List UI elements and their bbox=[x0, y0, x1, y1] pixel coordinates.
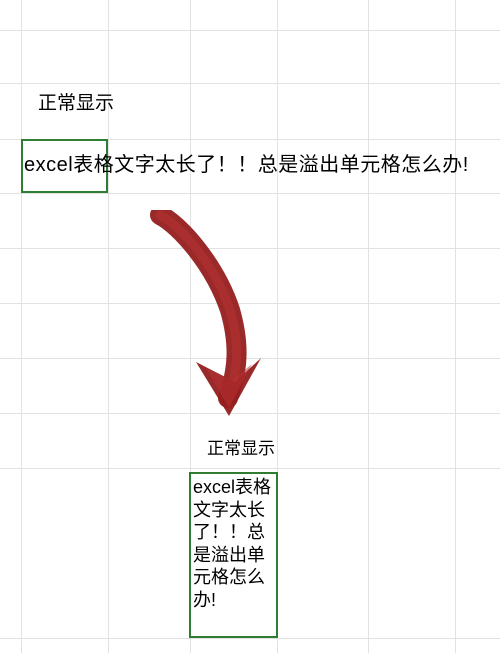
overflowing-cell-text[interactable]: excel表格文字太长了！！总是溢出单元格怎么办! bbox=[24, 148, 469, 177]
normal-display-label-top: 正常显示 bbox=[38, 88, 114, 115]
wrapped-cell-text[interactable]: excel表格文字太长了！！总是溢出单元格怎么办! bbox=[193, 476, 275, 611]
gridline-vertical bbox=[455, 0, 456, 653]
gridline-horizontal bbox=[0, 193, 500, 194]
gridline-horizontal bbox=[0, 638, 500, 639]
gridline-horizontal bbox=[0, 83, 500, 84]
gridline-vertical bbox=[368, 0, 369, 653]
gridline-horizontal bbox=[0, 248, 500, 249]
gridline-horizontal bbox=[0, 358, 500, 359]
gridline-horizontal bbox=[0, 468, 500, 469]
gridline-horizontal bbox=[0, 413, 500, 414]
gridline-horizontal bbox=[0, 303, 500, 304]
gridline-horizontal bbox=[0, 30, 500, 31]
gridline-vertical bbox=[21, 0, 22, 653]
normal-display-label-bottom: 正常显示 bbox=[207, 434, 275, 459]
